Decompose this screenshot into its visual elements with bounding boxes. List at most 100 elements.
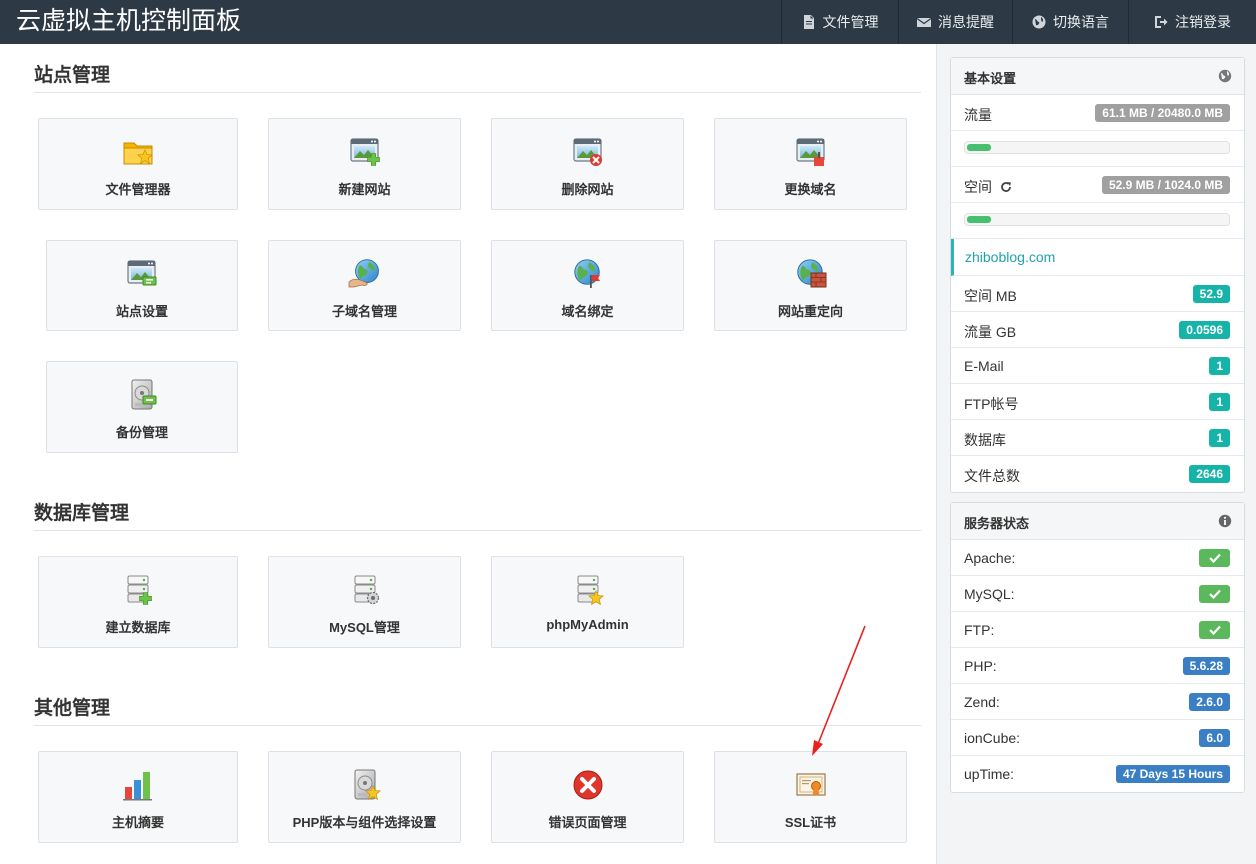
section-title-db: 数据库管理 [34,503,130,524]
tile-new-website[interactable]: 新建网站 [268,118,461,210]
row-space-progress [951,203,1244,239]
tile-label: 新建网站 [338,182,391,197]
nav-logout[interactable]: 注销登录 [1128,0,1256,44]
domain-link[interactable]: zhiboblog.com [965,249,1055,265]
row-label: 流量 [964,107,992,123]
tile-label: 站点设置 [115,304,168,319]
space-label: 空间 [964,179,992,195]
globe-wall-icon [794,257,828,291]
row-uptime: upTime: 47 Days 15 Hours [951,756,1244,792]
tile-php-version[interactable]: PHP版本与组件选择设置 [268,751,461,843]
tile-label: 域名绑定 [561,304,614,319]
tile-error-pages[interactable]: 错误页面管理 [491,751,684,843]
certificate-icon [794,768,828,802]
disk-star-icon [348,768,382,802]
row-label: ionCube: [964,730,1021,746]
row-traffic-progress [951,131,1244,167]
version-badge: 6.0 [1199,729,1230,747]
database-add-icon [121,573,155,607]
nav-file-manager[interactable]: 文件管理 [781,0,898,44]
stat-badge: 2646 [1189,465,1230,483]
nav-messages[interactable]: 消息提醒 [898,0,1012,44]
version-badge: 5.6.28 [1182,657,1230,675]
space-progress-bar [964,213,1230,226]
check-icon [1208,589,1221,600]
tile-label: 网站重定向 [777,304,843,319]
space-badge: 52.9 MB / 1024.0 MB [1101,176,1230,194]
tile-backup-manager[interactable]: 备份管理 [46,361,238,453]
nav-label: 注销登录 [1175,14,1231,30]
website-delete-icon [571,135,605,169]
tile-label: 备份管理 [115,425,168,440]
check-icon [1208,625,1221,636]
status-ok-badge [1199,621,1230,639]
tile-site-settings[interactable]: 站点设置 [46,240,238,331]
panel-title: 服务器状态 [964,516,1030,531]
tile-label: phpMyAdmin [546,617,629,632]
row-label: 数据库 [964,432,1006,448]
row-label: 文件总数 [964,468,1020,484]
tile-ssl-certificate[interactable]: SSL证书 [714,751,907,843]
row-label: FTP: [964,622,995,638]
row-php: PHP: 5.6.28 [951,648,1244,684]
stat-badge: 1 [1209,357,1230,375]
row-label: PHP: [964,658,997,674]
traffic-progress-bar [964,141,1230,154]
row-stat: 文件总数 2646 [951,456,1244,492]
tile-host-summary[interactable]: 主机摘要 [38,751,238,843]
row-label: Apache: [964,550,1016,566]
refresh-icon[interactable] [1000,181,1012,193]
space-progress-fill [967,216,991,223]
info-icon [1218,514,1232,528]
row-label: upTime: [964,766,1015,782]
section-divider [34,725,921,726]
disk-backup-icon [125,378,159,412]
row-label: 流量 GB [964,324,1017,340]
section-title-other: 其他管理 [34,698,111,719]
nav-language[interactable]: 切换语言 [1012,0,1128,44]
row-stat: FTP帐号 1 [951,384,1244,420]
row-apache: Apache: [951,540,1244,576]
panel-header: 基本设置 [951,58,1244,95]
website-settings-icon [125,257,159,291]
tile-label: 建立数据库 [105,620,171,635]
stat-badge: 52.9 [1192,285,1230,303]
tile-label: SSL证书 [784,815,837,830]
error-icon [571,768,605,802]
status-ok-badge [1199,585,1230,603]
tile-change-domain[interactable]: 更换域名 [714,118,907,210]
tile-delete-website[interactable]: 删除网站 [491,118,684,210]
app-title: 云虚拟主机控制面板 [16,7,242,35]
row-stat: E-Mail 1 [951,348,1244,384]
tile-website-redirect[interactable]: 网站重定向 [714,240,907,331]
row-label: E-Mail [964,358,1004,374]
status-ok-badge [1199,549,1230,567]
tile-phpmyadmin[interactable]: phpMyAdmin [491,556,684,648]
stat-badge: 0.0596 [1179,321,1230,339]
tile-file-manager[interactable]: 文件管理器 [38,118,238,210]
row-space: 空间 52.9 MB / 1024.0 MB [951,167,1244,203]
tile-label: 子域名管理 [331,304,397,319]
row-mysql: MySQL: [951,576,1244,612]
file-icon [803,15,814,29]
tile-mysql-manager[interactable]: MySQL管理 [268,556,461,648]
check-icon [1208,553,1221,564]
section-divider [34,92,921,93]
row-stat: 空间 MB 52.9 [951,276,1244,312]
row-traffic: 流量 61.1 MB / 20480.0 MB [951,95,1244,131]
tile-subdomain-manager[interactable]: 子域名管理 [268,240,461,331]
main-content: 站点管理 文件管理器 新建网站 删除网站 更换域名 站点设置 子域名管理 域名绑… [0,44,937,864]
tile-label: 主机摘要 [111,815,164,830]
row-domain[interactable]: zhiboblog.com [951,239,1244,276]
tile-domain-binding[interactable]: 域名绑定 [491,240,684,331]
tile-label: 文件管理器 [105,182,171,197]
uptime-badge: 47 Days 15 Hours [1115,765,1230,783]
section-divider [34,530,921,531]
version-badge: 2.6.0 [1189,693,1230,711]
globe-icon [1218,69,1232,83]
tile-create-database[interactable]: 建立数据库 [38,556,238,648]
stat-badge: 1 [1209,429,1230,447]
tile-label: 错误页面管理 [548,815,627,830]
folder-star-icon [121,135,155,169]
annotation-arrow [812,625,866,756]
